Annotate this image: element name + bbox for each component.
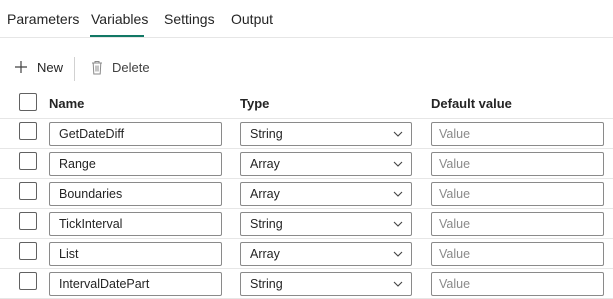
select-all-checkbox[interactable] xyxy=(19,93,37,111)
default-value-input[interactable] xyxy=(431,182,604,206)
tab-bar: Parameters Variables Settings Output xyxy=(0,0,613,38)
variable-name-input[interactable] xyxy=(49,122,222,146)
variable-type-select[interactable]: String xyxy=(240,212,412,236)
default-value-input[interactable] xyxy=(431,272,604,296)
variable-type-value: String xyxy=(250,217,283,231)
chevron-down-icon xyxy=(392,248,404,260)
row-checkbox[interactable] xyxy=(19,152,37,170)
variable-type-select[interactable]: Array xyxy=(240,182,412,206)
table-header-row: Name Type Default value xyxy=(0,89,613,119)
row-checkbox[interactable] xyxy=(19,242,37,260)
variable-type-select[interactable]: Array xyxy=(240,242,412,266)
new-button[interactable]: New xyxy=(13,59,63,75)
default-value-input[interactable] xyxy=(431,242,604,266)
variable-name-input[interactable] xyxy=(49,152,222,176)
chevron-down-icon xyxy=(392,278,404,290)
variable-type-value: Array xyxy=(250,187,280,201)
chevron-down-icon xyxy=(392,188,404,200)
variable-type-value: Array xyxy=(250,247,280,261)
row-checkbox[interactable] xyxy=(19,272,37,290)
tab-variables[interactable]: Variables xyxy=(91,11,148,27)
variable-name-input[interactable] xyxy=(49,242,222,266)
chevron-down-icon xyxy=(392,158,404,170)
variable-type-select[interactable]: Array xyxy=(240,152,412,176)
tab-parameters[interactable]: Parameters xyxy=(7,11,79,27)
new-button-label: New xyxy=(37,59,64,75)
delete-button[interactable]: Delete xyxy=(90,59,150,75)
table-row: Array xyxy=(0,239,613,269)
chevron-down-icon xyxy=(392,218,404,230)
variable-type-value: String xyxy=(250,277,283,291)
variable-type-select[interactable]: String xyxy=(240,122,412,146)
row-checkbox[interactable] xyxy=(19,212,37,230)
tab-settings[interactable]: Settings xyxy=(164,11,215,27)
variables-toolbar: New Delete xyxy=(0,52,613,86)
table-row: String xyxy=(0,269,613,299)
trash-icon xyxy=(90,59,104,75)
table-row: String xyxy=(0,119,613,149)
table-row: String xyxy=(0,209,613,239)
default-value-input[interactable] xyxy=(431,212,604,236)
variable-type-value: String xyxy=(250,127,283,141)
variable-name-input[interactable] xyxy=(49,272,222,296)
table-row: Array xyxy=(0,149,613,179)
variable-name-input[interactable] xyxy=(49,182,222,206)
column-header-type: Type xyxy=(240,96,270,111)
row-checkbox[interactable] xyxy=(19,122,37,140)
toolbar-divider xyxy=(74,57,75,81)
chevron-down-icon xyxy=(392,128,404,140)
active-tab-indicator xyxy=(90,35,144,37)
column-header-default-value: Default value xyxy=(431,96,512,111)
variable-name-input[interactable] xyxy=(49,212,222,236)
default-value-input[interactable] xyxy=(431,122,604,146)
tab-output[interactable]: Output xyxy=(231,11,273,27)
variable-type-select[interactable]: String xyxy=(240,272,412,296)
column-header-name: Name xyxy=(49,96,85,111)
default-value-input[interactable] xyxy=(431,152,604,176)
variable-type-value: Array xyxy=(250,157,280,171)
plus-icon xyxy=(13,59,29,75)
delete-button-label: Delete xyxy=(112,59,150,75)
row-checkbox[interactable] xyxy=(19,182,37,200)
table-row: Array xyxy=(0,179,613,209)
